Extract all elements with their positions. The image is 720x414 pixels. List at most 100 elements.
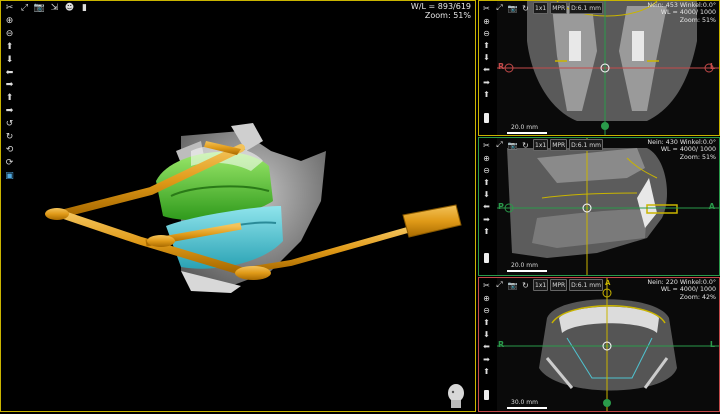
arrow-up-icon[interactable]: ⬆	[3, 92, 16, 105]
view3-toolbar: ✂ ⤢ 📷 ↻ 1x1 MPR D:6.1 mm	[481, 279, 603, 291]
crosshair-icon[interactable]: ✂	[481, 3, 492, 14]
link-icon[interactable]: ↻	[520, 280, 531, 291]
arrow-right-icon[interactable]: ➡	[481, 213, 492, 225]
view2-left-toolbar: ⊕ ⊖ ⬆ ⬇ ⬅ ➡ ⬆	[481, 152, 492, 237]
reset-view-icon[interactable]: ▣	[3, 170, 16, 183]
arrow-up-icon[interactable]: ⬆	[481, 88, 492, 100]
orientation-bottom-label: P	[605, 400, 611, 408]
zoom-in-icon[interactable]: ⊕	[481, 15, 492, 27]
fit-icon[interactable]: ⤢	[494, 3, 505, 14]
axial-top-view[interactable]: ✂ ⤢ 📷 ↻ 1x1 MPR D:6.1 mm Nein: 453 Winke…	[478, 0, 720, 136]
view3-left-toolbar: ⊕ ⊖ ⬆ ⬇ ⬅ ➡ ⬆	[481, 292, 492, 377]
fit-icon[interactable]: ⤢	[494, 140, 505, 151]
zoom-in-icon[interactable]: ⊕	[481, 152, 492, 164]
arrow-left-icon[interactable]: ⬅	[481, 201, 492, 213]
arrow-right-icon[interactable]: ➡	[3, 79, 16, 92]
camera-icon[interactable]: 📷	[507, 140, 518, 151]
head-icon[interactable]: ☻	[63, 2, 76, 14]
orientation-right-label: A	[708, 202, 715, 211]
arrow-up-icon[interactable]: ⬆	[481, 39, 492, 51]
crosshair-icon[interactable]: ✂	[481, 280, 492, 291]
arrow-right-icon[interactable]: ➡	[3, 105, 16, 118]
arrow-left-icon[interactable]: ⬅	[481, 64, 492, 76]
rotate-cw-icon[interactable]: ⟳	[3, 157, 16, 170]
scale-label: 20.0 mm	[511, 262, 538, 269]
camera-icon[interactable]: 📷	[507, 280, 518, 291]
layout-1x1-button[interactable]: 1x1	[533, 2, 549, 14]
measure-icon[interactable]: ⇲	[48, 2, 61, 14]
slab-thickness-button[interactable]: D:6.1 mm	[569, 139, 603, 151]
dental-viewer-app: ✂ ⤢ 📷 ⇲ ☻ ▮ ⊕ ⊖ ⬆ ⬇ ⬅ ➡ ⬆ ➡ ↺ ↻ ⟲ ⟳ ▣ W/…	[0, 0, 720, 414]
layout-1x1-button[interactable]: 1x1	[533, 279, 549, 291]
arrow-down-icon[interactable]: ⬇	[481, 329, 492, 341]
fit-icon[interactable]: ⤢	[18, 2, 31, 14]
orientation-left-label: P	[498, 202, 504, 211]
arrow-down-icon[interactable]: ⬇	[3, 54, 16, 67]
arrow-up-icon[interactable]: ⬆	[481, 365, 492, 377]
implant-icon[interactable]: ▮	[78, 2, 91, 14]
view1-info: Nein: 453 Winkel:0.0° WL = 4000/ 1000 Zo…	[647, 2, 716, 24]
wl-readout: W/L = 893/619	[410, 2, 471, 11]
rotate-left-icon[interactable]: ↺	[3, 118, 16, 131]
arrow-up-icon[interactable]: ⬆	[481, 176, 492, 188]
arrow-up-icon[interactable]: ⬆	[3, 41, 16, 54]
arrow-down-icon[interactable]: ⬇	[481, 189, 492, 201]
axial-bottom-view[interactable]: ✂ ⤢ 📷 ↻ 1x1 MPR D:6.1 mm Nein: 220 Winke…	[478, 277, 720, 412]
slice-readout: Nein: 220 Winkel:0.0°	[647, 279, 716, 286]
layout-1x1-button[interactable]: 1x1	[533, 139, 549, 151]
arrow-up-icon[interactable]: ⬆	[481, 316, 492, 328]
view2-toolbar: ✂ ⤢ 📷 ↻ 1x1 MPR D:6.1 mm	[481, 139, 603, 151]
zoom-out-icon[interactable]: ⊖	[3, 28, 16, 41]
camera-icon[interactable]: 📷	[33, 2, 46, 14]
slice-slider[interactable]	[484, 390, 489, 400]
zoom-out-icon[interactable]: ⊖	[481, 164, 492, 176]
main-left-toolbar: ⊕ ⊖ ⬆ ⬇ ⬅ ➡ ⬆ ➡ ↺ ↻ ⟲ ⟳ ▣	[3, 15, 16, 183]
mpr-button[interactable]: MPR	[550, 139, 568, 151]
scale-label: 20.0 mm	[511, 124, 538, 131]
orientation-left-label: R	[498, 62, 505, 71]
fit-icon[interactable]: ⤢	[494, 280, 505, 291]
rotate-ccw-icon[interactable]: ⟲	[3, 144, 16, 157]
arrow-left-icon[interactable]: ⬅	[3, 67, 16, 80]
arrow-right-icon[interactable]: ➡	[481, 76, 492, 88]
orientation-right-label: L	[709, 340, 715, 349]
link-icon[interactable]: ↻	[520, 140, 531, 151]
mpr-button[interactable]: MPR	[550, 279, 568, 291]
3d-scene[interactable]	[1, 1, 476, 412]
view2-info: Nein: 430 Winkel:0.0° WL = 4000/ 1000 Zo…	[647, 139, 716, 161]
orientation-left-label: R	[498, 340, 505, 349]
zoom-out-icon[interactable]: ⊖	[481, 304, 492, 316]
arrow-left-icon[interactable]: ⬅	[481, 341, 492, 353]
slab-thickness-button[interactable]: D:6.1 mm	[569, 279, 603, 291]
zoom-in-icon[interactable]: ⊕	[3, 15, 16, 28]
zoom-readout: Zoom: 51%	[424, 11, 471, 20]
scale-bar	[507, 270, 547, 272]
view1-toolbar: ✂ ⤢ 📷 ↻ 1x1 MPR D:6.1 mm	[481, 2, 603, 14]
slab-thickness-button[interactable]: D:6.1 mm	[569, 2, 603, 14]
arrow-up-icon[interactable]: ⬆	[481, 225, 492, 237]
zoom-readout: Zoom: 51%	[679, 153, 716, 161]
scale-bar	[507, 407, 547, 409]
crosshair-icon[interactable]: ✂	[3, 2, 16, 14]
crosshair-icon[interactable]: ✂	[481, 140, 492, 151]
main-view-info: W/L = 893/619 Zoom: 51%	[411, 2, 471, 20]
sagittal-view[interactable]: ✂ ⤢ 📷 ↻ 1x1 MPR D:6.1 mm Nein: 430 Winke…	[478, 137, 720, 276]
slice-slider[interactable]	[484, 113, 489, 123]
slice-readout: Nein: 430 Winkel:0.0°	[647, 139, 716, 146]
orientation-head-icon[interactable]	[445, 383, 467, 409]
arrow-right-icon[interactable]: ➡	[481, 353, 492, 365]
wl-readout: WL = 4000/ 1000	[660, 286, 716, 294]
link-icon[interactable]: ↻	[520, 3, 531, 14]
zoom-in-icon[interactable]: ⊕	[481, 292, 492, 304]
camera-icon[interactable]: 📷	[507, 3, 518, 14]
mpr-button[interactable]: MPR	[550, 2, 568, 14]
view1-left-toolbar: ⊕ ⊖ ⬆ ⬇ ⬅ ➡ ⬆	[481, 15, 492, 100]
zoom-out-icon[interactable]: ⊖	[481, 27, 492, 39]
slice-slider[interactable]	[484, 253, 489, 263]
orientation-top-label: A	[605, 279, 611, 287]
arrow-down-icon[interactable]: ⬇	[481, 52, 492, 64]
view3-info: Nein: 220 Winkel:0.0° WL = 4000/ 1000 Zo…	[647, 279, 716, 301]
main-3d-view[interactable]: ✂ ⤢ 📷 ⇲ ☻ ▮ ⊕ ⊖ ⬆ ⬇ ⬅ ➡ ⬆ ➡ ↺ ↻ ⟲ ⟳ ▣ W/…	[0, 0, 476, 412]
rotate-right-icon[interactable]: ↻	[3, 131, 16, 144]
main-top-toolbar: ✂ ⤢ 📷 ⇲ ☻ ▮	[3, 2, 91, 14]
